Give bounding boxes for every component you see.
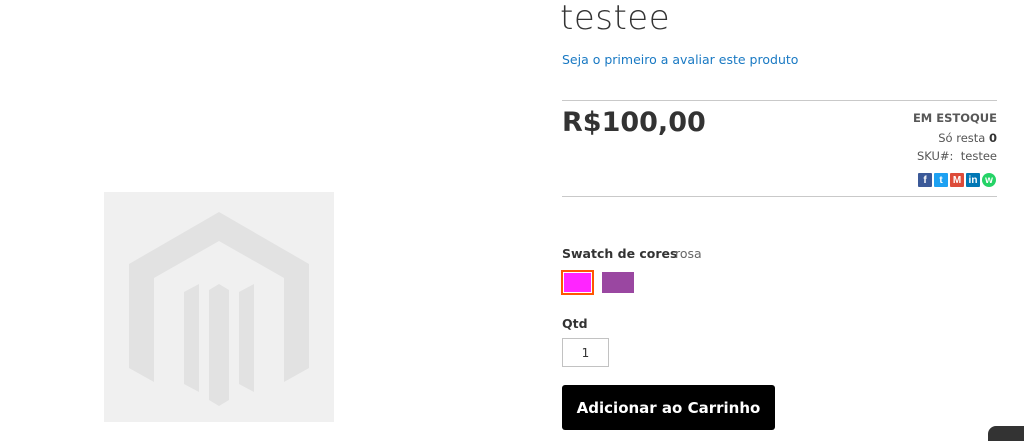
add-to-cart-button[interactable]: Adicionar ao Carrinho xyxy=(562,385,775,430)
magento-logo-icon xyxy=(129,212,309,406)
sku-value: testee xyxy=(960,149,997,163)
stock-remaining-count: 0 xyxy=(988,131,997,145)
swatch-label: Swatch de cores xyxy=(562,246,678,261)
stock-remaining-label: Só resta xyxy=(938,131,986,145)
stock-status: EM ESTOQUE xyxy=(912,111,997,125)
stock-remaining: Só resta 0 xyxy=(938,131,997,145)
facebook-icon[interactable]: f xyxy=(918,173,932,187)
product-sku: SKU#: testee xyxy=(917,149,997,163)
whatsapp-icon[interactable]: w xyxy=(982,173,996,187)
linkedin-icon[interactable]: in xyxy=(966,173,980,187)
divider xyxy=(562,196,997,197)
divider xyxy=(562,100,997,101)
gmail-icon[interactable]: M xyxy=(950,173,964,187)
chat-widget-tab[interactable] xyxy=(988,426,1024,441)
product-price: R$100,00 xyxy=(562,107,706,138)
qty-label: Qtd xyxy=(562,316,588,331)
twitter-icon[interactable]: t xyxy=(934,173,948,187)
sku-label: SKU#: xyxy=(916,149,954,163)
product-image-placeholder[interactable] xyxy=(104,192,334,422)
share-icons: f t M in w xyxy=(918,173,996,187)
swatch-option-roxo[interactable] xyxy=(602,272,634,293)
swatch-selected-value: rosa xyxy=(675,246,702,261)
review-link[interactable]: Seja o primeiro a avaliar este produto xyxy=(562,52,798,67)
qty-input[interactable] xyxy=(562,338,609,367)
swatch-option-rosa[interactable] xyxy=(561,270,594,295)
product-title: testee xyxy=(560,0,671,38)
